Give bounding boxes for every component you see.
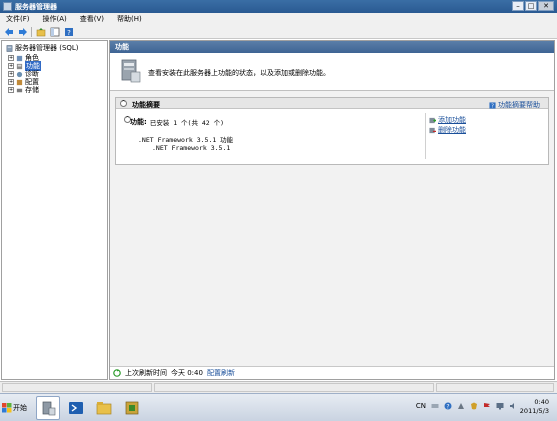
clock-date: 2011/5/3 <box>519 407 549 415</box>
forward-button[interactable] <box>17 26 28 37</box>
features-summary-help-link[interactable]: ? 功能摘要帮助 <box>489 100 540 110</box>
help-book-icon: ? <box>489 101 496 109</box>
taskbar-explorer[interactable] <box>92 396 116 420</box>
help-link-label: 功能摘要帮助 <box>498 101 540 109</box>
forward-arrow-icon <box>18 27 27 36</box>
content-header: 功能 <box>110 41 554 53</box>
toolbar-separator <box>31 26 32 37</box>
up-folder-button[interactable] <box>35 26 46 37</box>
remove-features-label: 删除功能 <box>438 126 466 134</box>
folder-up-icon <box>36 27 45 36</box>
remove-features-link[interactable]: 删除功能 <box>429 125 539 135</box>
svg-text:?: ? <box>491 103 494 108</box>
start-label: 开始 <box>13 404 27 412</box>
remove-feature-icon <box>429 127 436 133</box>
last-refresh-time: 今天 0:40 <box>171 369 203 377</box>
installed-feature-item: .NET Framework 3.5.1 功能 <box>138 136 234 144</box>
refresh-status-bar: 上次刷新时间 今天 0:40 配置刷新 <box>110 366 554 379</box>
intro-panel: 查看安装在此服务器上功能的状态，以及添加或删除功能。 <box>110 53 554 91</box>
powershell-icon <box>69 402 83 414</box>
taskbar-powershell[interactable] <box>64 396 88 420</box>
add-feature-icon <box>429 117 436 123</box>
help-tray-icon[interactable]: ? <box>444 402 452 410</box>
features-count-line: 功能: 已安装 1 个(共 42 个) <box>130 117 224 127</box>
help-icon: ? <box>64 27 73 37</box>
taskbar-installer[interactable] <box>120 396 144 420</box>
taskbar-server-manager[interactable] <box>36 396 60 420</box>
server-icon <box>6 44 13 52</box>
tree-root-server-manager[interactable]: 服务器管理器 (SQL) <box>6 43 79 53</box>
tree-pane-icon <box>50 27 59 36</box>
start-button[interactable]: 开始 <box>2 398 28 418</box>
server-manager-app-icon <box>3 2 12 11</box>
maximize-button[interactable]: □ <box>525 1 537 11</box>
windows-logo-icon <box>2 403 12 413</box>
actions-divider <box>425 113 426 159</box>
menu-view[interactable]: 查看(V) <box>80 13 104 25</box>
intro-description: 查看安装在此服务器上功能的状态，以及添加或删除功能。 <box>148 69 330 77</box>
status-cell-right <box>436 383 554 392</box>
minimize-button[interactable]: – <box>512 1 524 11</box>
window-title: 服务器管理器 <box>15 3 57 11</box>
actions-list: 添加功能 删除功能 <box>429 115 539 135</box>
tree-item-label: 存储 <box>25 86 39 94</box>
volume-icon[interactable] <box>509 402 517 410</box>
menu-action[interactable]: 操作(A) <box>43 13 67 25</box>
expand-icon[interactable]: + <box>8 87 14 93</box>
action-center-flag-icon[interactable] <box>483 402 491 410</box>
installed-feature-subitem: .NET Framework 3.5.1 <box>152 144 231 152</box>
title-bar[interactable]: 服务器管理器 – □ ✕ <box>0 0 557 13</box>
folder-icon <box>96 402 112 415</box>
summary-header: ^ 功能摘要 ? 功能摘要帮助 <box>116 98 548 109</box>
storage-icon <box>16 88 23 92</box>
close-button[interactable]: ✕ <box>538 1 554 11</box>
menu-bar: 文件(F) 操作(A) 查看(V) 帮助(H) <box>0 13 557 25</box>
collapse-section-button[interactable]: ^ <box>120 100 127 107</box>
svg-text:?: ? <box>67 29 71 37</box>
configure-refresh-link[interactable]: 配置刷新 <box>207 368 235 378</box>
features-label: 功能: <box>130 118 147 126</box>
menu-help[interactable]: 帮助(H) <box>117 13 142 25</box>
keyboard-icon[interactable] <box>431 402 439 410</box>
menu-file[interactable]: 文件(F) <box>6 13 30 25</box>
content-pane: 功能 查看安装在此服务器上功能的状态，以及添加或删除功能。 ^ 功能摘要 ? 功… <box>109 40 555 380</box>
status-bar <box>0 381 557 393</box>
tree-item-storage[interactable]: + 存储 <box>8 85 39 95</box>
refresh-icon <box>113 369 121 377</box>
system-tray: CN ? <box>416 402 517 410</box>
show-hide-tree-button[interactable] <box>49 26 60 37</box>
features-details: ^ 功能: 已安装 1 个(共 42 个) .NET Framework 3.5… <box>124 114 414 162</box>
svg-text:?: ? <box>446 404 449 411</box>
input-settings-icon[interactable] <box>457 402 465 410</box>
server-manager-icon <box>42 401 56 416</box>
server-manager-window: 服务器管理器 – □ ✕ 文件(F) 操作(A) 查看(V) 帮助(H) ? 服… <box>0 0 557 421</box>
tree-root-label: 服务器管理器 (SQL) <box>15 44 79 52</box>
last-refresh-label: 上次刷新时间 <box>125 369 167 377</box>
navigation-tree: 服务器管理器 (SQL) + 角色 + 功能 + 诊断 + 配置 + 存储 <box>1 40 108 380</box>
network-icon[interactable] <box>496 402 504 410</box>
features-summary-section: ^ 功能摘要 ? 功能摘要帮助 ^ 功能: 已安装 1 个(共 42 个) .N… <box>115 97 549 165</box>
toolbar: ? <box>0 25 557 39</box>
features-count: 已安装 1 个(共 42 个) <box>149 119 225 127</box>
help-button[interactable]: ? <box>63 26 74 37</box>
system-clock[interactable]: 0:40 2011/5/3 <box>520 398 549 416</box>
window-controls: – □ ✕ <box>512 1 554 12</box>
summary-area: ^ 功能摘要 ? 功能摘要帮助 ^ 功能: 已安装 1 个(共 42 个) .N… <box>110 91 554 366</box>
features-large-icon <box>121 59 141 83</box>
clock-time: 0:40 <box>534 398 549 406</box>
security-icon[interactable] <box>470 402 478 410</box>
installer-icon <box>125 401 139 415</box>
back-button[interactable] <box>3 26 14 37</box>
add-features-label: 添加功能 <box>438 116 466 124</box>
taskbar: 开始 CN ? 0:40 2011/5/3 <box>0 393 557 421</box>
back-arrow-icon <box>4 27 13 36</box>
input-language-indicator[interactable]: CN <box>416 402 426 410</box>
summary-title: 功能摘要 <box>132 101 160 109</box>
add-features-link[interactable]: 添加功能 <box>429 115 539 125</box>
status-cell-main <box>2 383 152 392</box>
status-cell-middle <box>154 383 434 392</box>
